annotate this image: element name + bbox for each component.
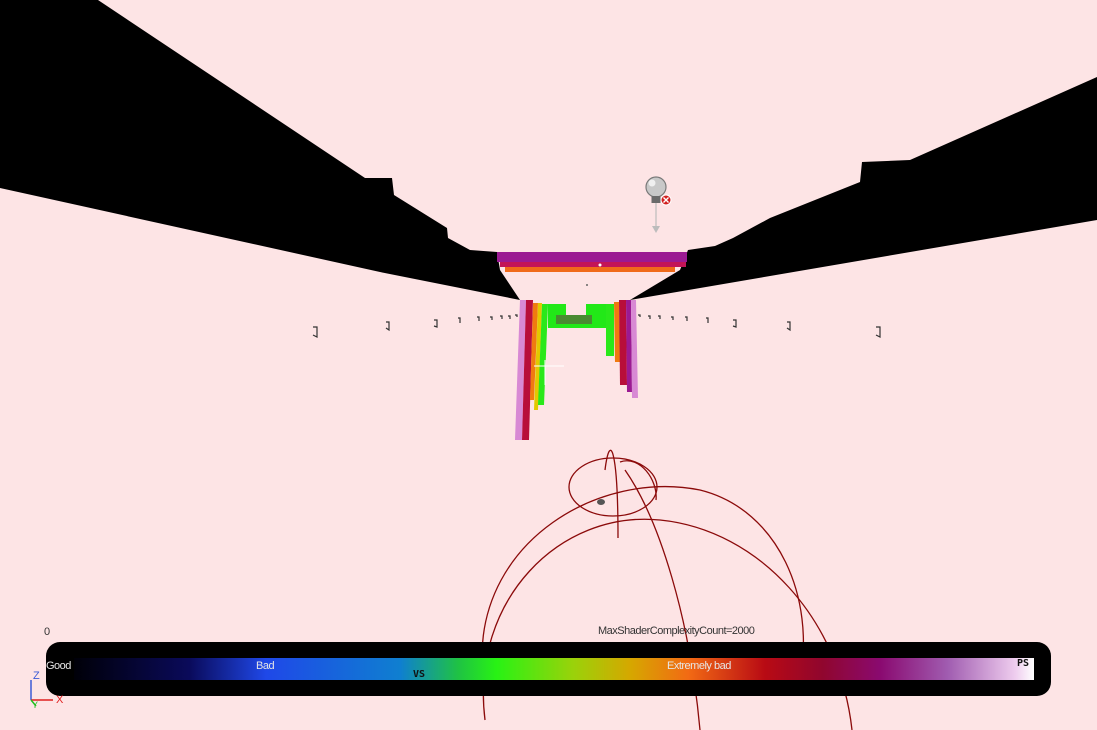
corridor-right-wall-purple — [626, 300, 632, 392]
corridor-right-wall-orange — [614, 302, 620, 362]
corridor-back-bright — [566, 298, 586, 316]
corridor-right-wall-green — [606, 304, 614, 356]
complexity-min-label: 0 — [44, 626, 50, 638]
ceiling-pip-2 — [586, 284, 588, 286]
legend-bad-label: Bad — [256, 660, 275, 672]
capture-actor-dot — [597, 499, 605, 505]
legend-good-label: Good — [46, 660, 71, 672]
shader-complexity-legend: Good Bad Extremely bad VS PS — [46, 642, 1051, 696]
complexity-gradient — [74, 658, 1034, 680]
far-arch-band-orange — [505, 267, 675, 272]
far-arch-band-purple — [497, 252, 687, 262]
axis-y-label: Y — [32, 700, 38, 710]
legend-extremely-bad-label: Extremely bad — [667, 660, 731, 672]
vertex-shader-marker: VS — [413, 669, 426, 680]
level-viewport[interactable] — [0, 0, 1097, 730]
far-arch-band-red — [500, 262, 686, 267]
ceiling-pip — [598, 263, 602, 267]
corridor-right-wall-crimson — [619, 300, 627, 385]
corridor-back-detail — [556, 315, 592, 324]
error-badge-icon — [660, 194, 672, 206]
axis-z-label: Z — [33, 670, 40, 682]
pixel-shader-marker: PS — [1017, 658, 1030, 669]
axis-x-label: X — [56, 694, 63, 706]
complexity-max-label: MaxShaderComplexityCount=2000 — [598, 625, 755, 637]
